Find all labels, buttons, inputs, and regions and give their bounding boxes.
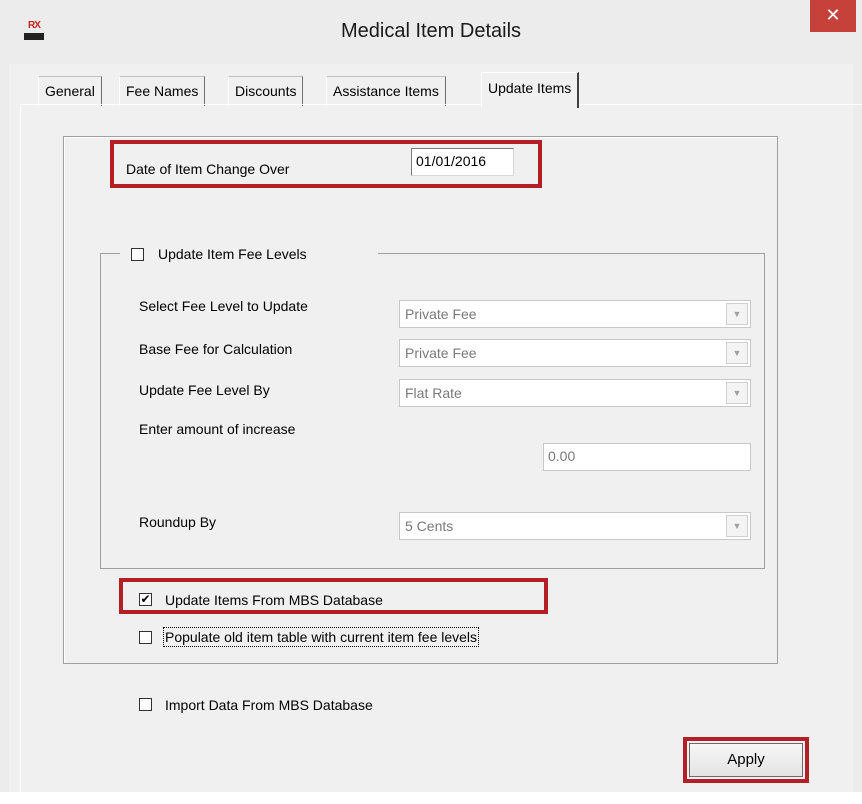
tab-label: Discounts xyxy=(235,83,297,99)
update-from-mbs-checkbox[interactable]: ✔ xyxy=(139,593,152,606)
select-fee-level-label: Select Fee Level to Update xyxy=(139,298,308,314)
change-over-date-label: Date of Item Change Over xyxy=(126,161,290,177)
roundup-value: 5 Cents xyxy=(405,518,454,534)
tab-update-items[interactable]: Update Items xyxy=(481,72,580,108)
chevron-down-icon: ▼ xyxy=(726,382,748,404)
window-title: Medical Item Details xyxy=(340,20,522,42)
chevron-down-icon: ▼ xyxy=(726,515,748,537)
tab-label: Assistance Items xyxy=(333,83,439,99)
tab-discounts[interactable]: Discounts xyxy=(228,76,304,106)
chevron-down-icon: ▼ xyxy=(726,303,748,325)
tab-label: General xyxy=(45,83,95,99)
checkmark-icon: ✔ xyxy=(140,592,151,606)
import-mbs-label: Import Data From MBS Database xyxy=(165,697,373,713)
tab-label: Fee Names xyxy=(126,83,199,99)
change-over-date-input[interactable]: 01/01/2016 xyxy=(411,148,514,176)
close-button[interactable]: ✕ xyxy=(810,0,856,32)
select-fee-level-combo[interactable]: Private Fee ▼ xyxy=(399,300,751,328)
roundup-combo[interactable]: 5 Cents ▼ xyxy=(399,512,751,540)
apply-label: Apply xyxy=(727,751,765,768)
update-from-mbs-label: Update Items From MBS Database xyxy=(165,592,383,608)
populate-old-label: Populate old item table with current ite… xyxy=(162,627,480,647)
tab-label: Update Items xyxy=(488,80,572,96)
roundup-label: Roundup By xyxy=(139,514,217,530)
base-fee-value: Private Fee xyxy=(405,345,477,361)
title-bar: RX Medical Item Details ✕ xyxy=(0,0,862,64)
update-fee-by-label: Update Fee Level By xyxy=(139,382,270,398)
import-mbs-checkbox[interactable] xyxy=(139,698,152,711)
base-fee-combo[interactable]: Private Fee ▼ xyxy=(399,339,751,367)
update-fee-levels-checkbox[interactable] xyxy=(131,248,144,261)
update-fee-by-value: Flat Rate xyxy=(405,385,462,401)
populate-old-checkbox[interactable] xyxy=(139,631,152,644)
update-fee-by-combo[interactable]: Flat Rate ▼ xyxy=(399,379,751,407)
tab-fee-names[interactable]: Fee Names xyxy=(119,76,206,106)
base-fee-label: Base Fee for Calculation xyxy=(139,341,293,357)
increase-amount-label: Enter amount of increase xyxy=(139,421,296,437)
tab-assistance-items[interactable]: Assistance Items xyxy=(326,76,446,106)
increase-amount-input[interactable]: 0.00 xyxy=(543,443,751,471)
tab-general[interactable]: General xyxy=(38,76,102,106)
select-fee-level-value: Private Fee xyxy=(405,306,477,322)
update-fee-levels-label: Update Item Fee Levels xyxy=(158,246,307,262)
apply-button[interactable]: Apply xyxy=(689,743,803,777)
chevron-down-icon: ▼ xyxy=(726,342,748,364)
close-icon: ✕ xyxy=(825,5,841,25)
